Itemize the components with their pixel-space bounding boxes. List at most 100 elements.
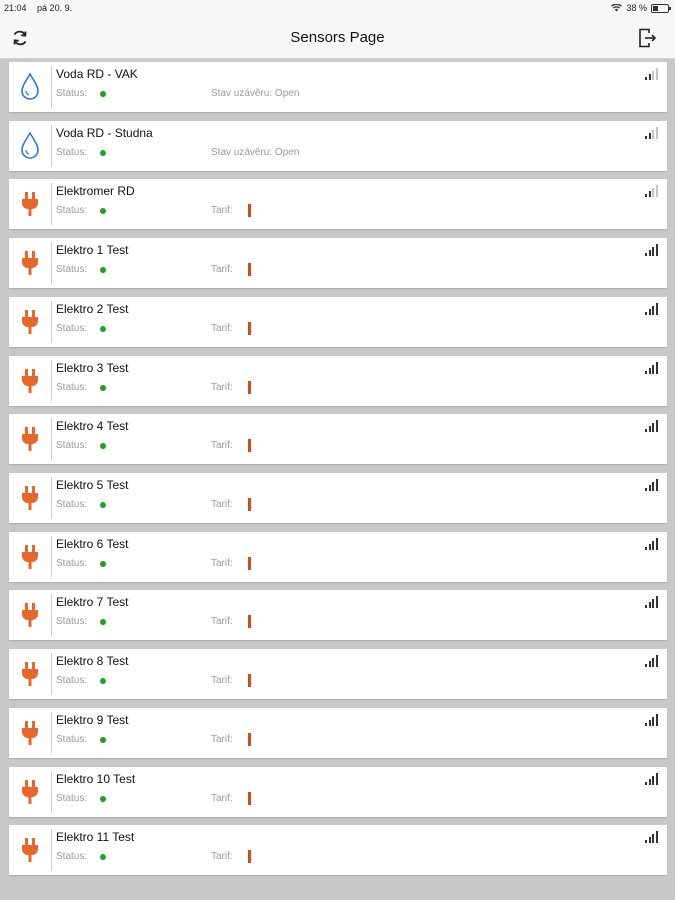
sensor-card[interactable]: Elektro 5 Test Status: Tarif:: [9, 473, 667, 524]
tarif-indicator-bar: [248, 380, 251, 394]
status-label: Status:: [56, 616, 88, 628]
sensor-card[interactable]: Elektro 6 Test Status: Tarif:: [9, 531, 667, 582]
status-indicator-dot: [100, 854, 106, 861]
tarif-indicator-bar: [248, 498, 251, 512]
status-indicator-dot: [100, 208, 106, 215]
tarif-indicator-bar: [248, 615, 251, 629]
sensor-type-icon-box: [9, 183, 52, 226]
status-indicator-dot: [100, 384, 106, 391]
plug-icon: [22, 603, 38, 628]
status-indicator-dot: [100, 736, 106, 743]
tarif-label: Tarif:: [211, 616, 233, 628]
plug-icon: [22, 779, 38, 804]
sensor-list: Voda RD - VAK Status: Stav uzávěru: Open Vo…: [9, 62, 667, 884]
plug-icon: [22, 662, 38, 687]
tarif-label: Tarif:: [211, 322, 233, 334]
water-drop-icon: [21, 72, 39, 100]
sensor-card[interactable]: Elektro 1 Test Status: Tarif:: [9, 238, 667, 289]
tarif-indicator-bar: [248, 791, 251, 805]
status-label: Status:: [56, 322, 88, 334]
sensor-type-icon-box: [9, 653, 52, 696]
signal-strength-icon: [645, 596, 659, 609]
status-label: Status:: [56, 440, 88, 452]
sensor-card[interactable]: Elektro 4 Test Status: Tarif:: [9, 414, 667, 465]
tarif-label: Tarif:: [211, 440, 233, 452]
signal-strength-icon: [645, 68, 659, 80]
tarif-label: Tarif:: [211, 499, 233, 511]
tarif-label: Tarif:: [211, 733, 233, 745]
status-bar-right: 38 %: [611, 3, 671, 13]
sensor-name: Elektro 2 Test: [56, 301, 129, 316]
status-label: Status:: [56, 499, 88, 511]
status-label: Status:: [56, 205, 88, 217]
tarif-indicator-bar: [248, 439, 251, 453]
sensor-card[interactable]: Voda RD - Studna Status: Stav uzávěru: Ope…: [9, 120, 667, 171]
sensor-name: Elektromer RD: [56, 184, 135, 199]
status-indicator-dot: [100, 91, 106, 97]
sensor-card[interactable]: Elektro 7 Test Status: Tarif:: [9, 590, 667, 641]
sensor-card[interactable]: Elektromer RD Status: Tarif:: [9, 179, 667, 230]
tarif-label: Tarif:: [211, 675, 233, 687]
sensor-type-icon-box: [9, 242, 52, 285]
status-label: Status:: [56, 381, 88, 393]
plug-icon: [22, 544, 38, 569]
sensor-name: Elektro 7 Test: [56, 595, 129, 610]
tarif-label: Tarif:: [211, 792, 233, 804]
sensor-name: Elektro 5 Test: [56, 478, 129, 493]
sensor-name: Elektro 4 Test: [56, 419, 129, 434]
sensor-card[interactable]: Elektro 8 Test Status: Tarif:: [9, 649, 667, 700]
sensor-card[interactable]: Voda RD - VAK Status: Stav uzávěru: Open: [9, 62, 667, 112]
signal-strength-icon: [645, 244, 659, 257]
sensor-type-icon-box: [9, 359, 52, 402]
status-date: pá 20. 9.: [37, 3, 73, 13]
status-label: Status:: [56, 851, 88, 863]
status-indicator-dot: [100, 502, 106, 509]
status-indicator-dot: [100, 267, 106, 274]
tarif-indicator-bar: [248, 204, 251, 218]
signal-strength-icon: [645, 185, 659, 198]
sensor-name: Elektro 11 Test: [56, 830, 135, 845]
signal-strength-icon: [645, 361, 659, 374]
status-label: Status:: [56, 792, 88, 804]
signal-strength-icon: [645, 831, 659, 844]
sensor-name: Elektro 3 Test: [56, 360, 129, 375]
sensor-type-icon-box: [9, 124, 52, 167]
tarif-indicator-bar: [248, 321, 251, 335]
status-indicator-dot: [100, 619, 106, 626]
plug-icon: [22, 309, 38, 334]
sensor-card[interactable]: Elektro 2 Test Status: Tarif:: [9, 296, 667, 347]
signal-strength-icon: [645, 713, 659, 726]
sensor-type-icon-box: [9, 418, 52, 461]
plug-icon: [22, 486, 38, 511]
sensor-name: Elektro 1 Test: [56, 243, 129, 258]
sensor-type-icon-box: [9, 300, 52, 343]
sensor-type-icon-box: [9, 535, 52, 578]
tarif-indicator-bar: [248, 674, 251, 688]
sensor-card[interactable]: Elektro 11 Test Status: Tarif:: [9, 825, 667, 876]
tarif-label: Tarif:: [211, 264, 233, 276]
plug-icon: [22, 192, 38, 217]
logout-icon[interactable]: [637, 27, 657, 49]
status-indicator-dot: [100, 795, 106, 802]
sensor-name: Elektro 8 Test: [56, 654, 129, 669]
sensor-type-icon-box: [9, 477, 52, 520]
tarif-indicator-bar: [248, 556, 251, 570]
sensor-card[interactable]: Elektro 9 Test Status: Tarif:: [9, 707, 667, 758]
status-indicator-dot: [100, 149, 106, 156]
sensor-card[interactable]: Elektro 10 Test Status: Tarif:: [9, 766, 667, 817]
battery-percent: 38 %: [626, 3, 647, 13]
plug-icon: [22, 720, 38, 745]
sensor-name: Elektro 10 Test: [56, 771, 136, 786]
sensor-type-icon-box: [9, 594, 52, 637]
sensor-type-icon-box: [9, 770, 52, 813]
signal-strength-icon: [645, 302, 659, 315]
status-indicator-dot: [100, 443, 106, 450]
sensor-type-icon-box: [9, 829, 52, 872]
tarif-indicator-bar: [248, 732, 251, 746]
plug-icon: [22, 368, 38, 393]
sensor-card[interactable]: Elektro 3 Test Status: Tarif:: [9, 355, 667, 406]
status-indicator-dot: [100, 678, 106, 685]
status-time: 21:04: [4, 3, 27, 13]
battery-icon: [651, 3, 671, 13]
plug-icon: [22, 251, 38, 276]
